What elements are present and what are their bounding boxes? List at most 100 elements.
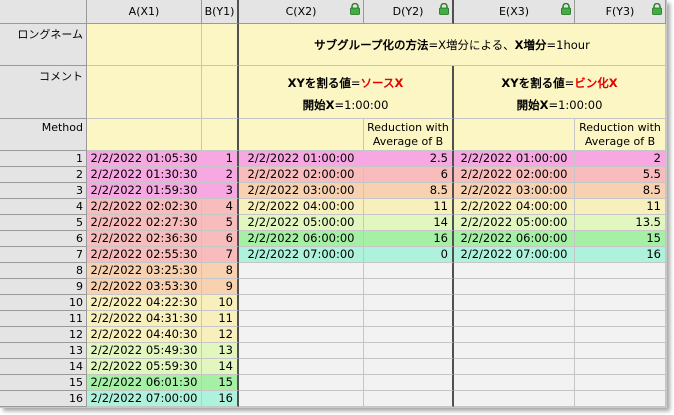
cell-b[interactable]: 6 — [202, 231, 239, 247]
cell-f[interactable] — [575, 359, 666, 375]
cell-e[interactable]: 2/2/2022 06:00:00 — [454, 231, 575, 247]
cell-a[interactable]: 2/2/2022 03:25:30 — [87, 263, 202, 279]
cell-b[interactable]: 14 — [202, 359, 239, 375]
row-header[interactable]: 10 — [0, 295, 87, 311]
cell-b[interactable]: 10 — [202, 295, 239, 311]
cell-d[interactable] — [364, 263, 454, 279]
cell-d[interactable]: 6 — [364, 167, 454, 183]
cell-c[interactable] — [239, 311, 364, 327]
cell-e[interactable] — [454, 343, 575, 359]
cell-b[interactable]: 3 — [202, 183, 239, 199]
col-header-e[interactable]: E(X3) — [454, 0, 575, 24]
row-header[interactable]: 8 — [0, 263, 87, 279]
cell-c[interactable]: 2/2/2022 04:00:00 — [239, 199, 364, 215]
cell-d[interactable]: 0 — [364, 247, 454, 263]
cell-c[interactable] — [239, 391, 364, 407]
col-header-f[interactable]: F(Y3) — [575, 0, 666, 24]
cell-d[interactable] — [364, 327, 454, 343]
row-label-long-name[interactable]: ロングネーム — [0, 24, 87, 66]
cell-e[interactable]: 2/2/2022 07:00:00 — [454, 247, 575, 263]
cell-a[interactable]: 2/2/2022 06:01:30 — [87, 375, 202, 391]
cell-c[interactable] — [239, 279, 364, 295]
col-header-a[interactable]: A(X1) — [87, 0, 202, 24]
cell-f[interactable] — [575, 279, 666, 295]
cell-c[interactable] — [239, 359, 364, 375]
cell-e[interactable]: 2/2/2022 03:00:00 — [454, 183, 575, 199]
cell-d[interactable] — [364, 343, 454, 359]
cell-e[interactable] — [454, 391, 575, 407]
cell-f[interactable]: 13.5 — [575, 215, 666, 231]
cell-a[interactable]: 2/2/2022 03:53:30 — [87, 279, 202, 295]
cell-f[interactable]: 8.5 — [575, 183, 666, 199]
long-name-a[interactable] — [87, 24, 202, 66]
cell-c[interactable]: 2/2/2022 06:00:00 — [239, 231, 364, 247]
cell-e[interactable]: 2/2/2022 01:00:00 — [454, 151, 575, 167]
cell-b[interactable]: 2 — [202, 167, 239, 183]
cell-f[interactable] — [575, 263, 666, 279]
cell-f[interactable] — [575, 343, 666, 359]
cell-d[interactable] — [364, 375, 454, 391]
cell-f[interactable]: 5.5 — [575, 167, 666, 183]
row-header[interactable]: 7 — [0, 247, 87, 263]
cell-d[interactable]: 11 — [364, 199, 454, 215]
cell-b[interactable]: 9 — [202, 279, 239, 295]
row-header[interactable]: 13 — [0, 343, 87, 359]
comment-c[interactable]: XYを割る値=ソースX 開始X=1:00:00 — [239, 66, 454, 119]
cell-a[interactable]: 2/2/2022 04:22:30 — [87, 295, 202, 311]
cell-e[interactable]: 2/2/2022 05:00:00 — [454, 215, 575, 231]
cell-e[interactable] — [454, 295, 575, 311]
cell-c[interactable]: 2/2/2022 01:00:00 — [239, 151, 364, 167]
cell-e[interactable] — [454, 311, 575, 327]
cell-f[interactable]: 11 — [575, 199, 666, 215]
cell-b[interactable]: 12 — [202, 327, 239, 343]
cell-f[interactable] — [575, 295, 666, 311]
cell-c[interactable] — [239, 295, 364, 311]
cell-e[interactable] — [454, 279, 575, 295]
cell-e[interactable]: 2/2/2022 02:00:00 — [454, 167, 575, 183]
cell-a[interactable]: 2/2/2022 02:36:30 — [87, 231, 202, 247]
method-a[interactable] — [87, 119, 202, 151]
row-header[interactable]: 9 — [0, 279, 87, 295]
cell-b[interactable]: 13 — [202, 343, 239, 359]
cell-a[interactable]: 2/2/2022 01:30:30 — [87, 167, 202, 183]
cell-a[interactable]: 2/2/2022 02:55:30 — [87, 247, 202, 263]
row-header[interactable]: 3 — [0, 183, 87, 199]
cell-a[interactable]: 2/2/2022 02:02:30 — [87, 199, 202, 215]
cell-c[interactable] — [239, 327, 364, 343]
comment-e[interactable]: XYを割る値=ビン化X 開始X=1:00:00 — [454, 66, 666, 119]
cell-b[interactable]: 15 — [202, 375, 239, 391]
row-header[interactable]: 6 — [0, 231, 87, 247]
cell-c[interactable] — [239, 343, 364, 359]
method-f[interactable]: Reduction with Average of B — [575, 119, 666, 151]
row-header[interactable]: 12 — [0, 327, 87, 343]
cell-e[interactable] — [454, 327, 575, 343]
cell-b[interactable]: 16 — [202, 391, 239, 407]
row-header[interactable]: 11 — [0, 311, 87, 327]
method-b[interactable] — [202, 119, 239, 151]
method-c[interactable] — [239, 119, 364, 151]
lock-icon[interactable] — [651, 3, 663, 15]
row-header[interactable]: 16 — [0, 391, 87, 407]
cell-f[interactable]: 15 — [575, 231, 666, 247]
method-e[interactable] — [454, 119, 575, 151]
cell-d[interactable]: 8.5 — [364, 183, 454, 199]
cell-d[interactable]: 2.5 — [364, 151, 454, 167]
cell-a[interactable]: 2/2/2022 04:40:30 — [87, 327, 202, 343]
cell-d[interactable] — [364, 391, 454, 407]
cell-a[interactable]: 2/2/2022 01:59:30 — [87, 183, 202, 199]
row-header[interactable]: 4 — [0, 199, 87, 215]
cell-a[interactable]: 2/2/2022 04:31:30 — [87, 311, 202, 327]
row-header[interactable]: 14 — [0, 359, 87, 375]
row-header[interactable]: 15 — [0, 375, 87, 391]
col-header-d[interactable]: D(Y2) — [364, 0, 454, 24]
row-header[interactable]: 5 — [0, 215, 87, 231]
comment-a[interactable] — [87, 66, 202, 119]
cell-f[interactable]: 16 — [575, 247, 666, 263]
col-header-b[interactable]: B(Y1) — [202, 0, 239, 24]
cell-b[interactable]: 5 — [202, 215, 239, 231]
long-name-b[interactable] — [202, 24, 239, 66]
cell-c[interactable]: 2/2/2022 07:00:00 — [239, 247, 364, 263]
cell-d[interactable] — [364, 295, 454, 311]
cell-e[interactable] — [454, 375, 575, 391]
lock-icon[interactable] — [560, 3, 572, 15]
